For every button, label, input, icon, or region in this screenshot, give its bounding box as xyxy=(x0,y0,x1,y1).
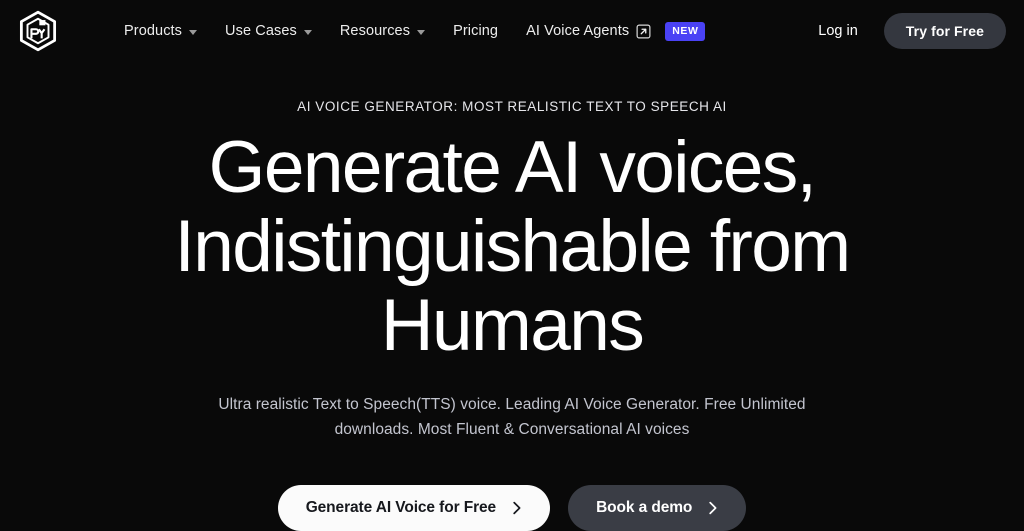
nav-label: Products xyxy=(124,23,183,39)
nav-label: Pricing xyxy=(453,23,499,39)
cube-logo[interactable] xyxy=(16,9,60,53)
hero-page: Products Use Cases Resources Pricing AI … xyxy=(0,0,1024,531)
nav-item-use-cases[interactable]: Use Cases xyxy=(211,17,326,45)
hero-eyebrow: AI VOICE GENERATOR: MOST REALISTIC TEXT … xyxy=(297,99,727,114)
nav-item-ai-voice-agents[interactable]: AI Voice Agents NEW xyxy=(512,16,719,47)
try-for-free-button[interactable]: Try for Free xyxy=(883,13,1006,49)
chevron-down-icon xyxy=(189,29,198,35)
nav-label: AI Voice Agents xyxy=(526,23,630,39)
page-title: Generate AI voices, Indistinguishable fr… xyxy=(0,131,1024,362)
status-badge-new: NEW xyxy=(665,21,706,41)
nav-label: Use Cases xyxy=(225,23,297,39)
chevron-right-icon xyxy=(512,501,522,515)
button-label: Generate AI Voice for Free xyxy=(305,498,497,516)
login-link[interactable]: Log in xyxy=(804,15,872,47)
nav-item-products[interactable]: Products xyxy=(110,17,211,45)
nav-item-pricing[interactable]: Pricing xyxy=(439,17,512,45)
chevron-down-icon xyxy=(417,29,426,35)
main-navigation: Products Use Cases Resources Pricing AI … xyxy=(110,16,719,47)
headline-line-1: Generate AI voices, xyxy=(208,126,817,208)
site-header: Products Use Cases Resources Pricing AI … xyxy=(0,0,1024,62)
generate-ai-voice-button[interactable]: Generate AI Voice for Free xyxy=(277,484,551,531)
button-label: Book a demo xyxy=(596,498,693,516)
nav-item-resources[interactable]: Resources xyxy=(326,17,439,45)
chevron-right-icon xyxy=(708,501,718,515)
headline-line-2: Indistinguishable from xyxy=(174,205,852,287)
book-a-demo-button[interactable]: Book a demo xyxy=(568,484,747,531)
hero-section: AI VOICE GENERATOR: MOST REALISTIC TEXT … xyxy=(0,62,1024,531)
headline-line-3: Humans xyxy=(380,284,645,366)
header-actions: Log in Try for Free xyxy=(804,13,1006,49)
hero-subheadline: Ultra realistic Text to Speech(TTS) voic… xyxy=(218,395,806,438)
external-link-icon xyxy=(636,24,651,39)
hero-cta-row: Generate AI Voice for Free Book a demo xyxy=(0,484,1024,531)
nav-label: Resources xyxy=(339,23,411,39)
chevron-down-icon xyxy=(303,29,312,35)
